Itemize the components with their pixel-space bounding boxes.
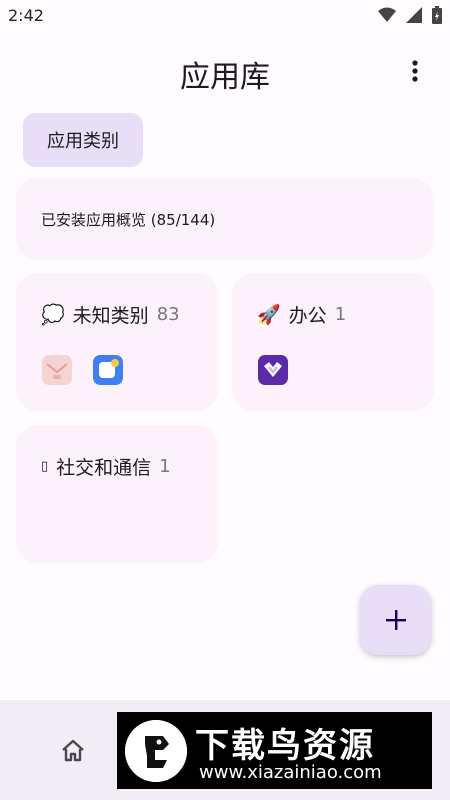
status-bar: 2:42 [0, 0, 450, 32]
blue-app-icon[interactable] [93, 355, 123, 385]
watermark-url: www.xiazainiao.com [199, 762, 382, 783]
add-category-fab[interactable] [360, 585, 431, 655]
category-card-social[interactable]: ▯ 社交和通信 1 [16, 425, 218, 563]
category-name: 未知类别 [72, 305, 149, 327]
plus-icon [385, 610, 406, 630]
app-category-chip-label: 应用类别 [47, 131, 119, 152]
signal-icon [406, 7, 422, 23]
category-card-unknown[interactable]: 💭 未知类别 83 [16, 273, 218, 411]
category-name: 办公 [288, 305, 327, 327]
category-count: 1 [334, 304, 347, 325]
status-time: 2:42 [8, 6, 44, 25]
category-header: ▯ 社交和通信 1 [41, 453, 171, 480]
more-vert-icon[interactable] [402, 58, 428, 84]
purple-heart-app-icon[interactable] [258, 355, 288, 385]
category-header: 💭 未知类别 83 [41, 301, 180, 328]
bird-logo-icon [125, 720, 187, 782]
page-title: 应用库 [180, 60, 270, 95]
installed-apps-overview-card[interactable]: 已安装应用概览 (85/144) [16, 178, 434, 260]
battery-icon [432, 6, 442, 24]
wifi-icon [378, 7, 396, 22]
pink-envelope-app-icon[interactable] [42, 355, 72, 385]
watermark-banner: 下载鸟资源 www.xiazainiao.com [117, 712, 432, 789]
overview-text: 已安装应用概览 (85/144) [41, 211, 216, 229]
rocket-icon: 🚀 [257, 304, 281, 326]
category-card-office[interactable]: 🚀 办公 1 [232, 273, 434, 411]
category-count: 1 [159, 456, 171, 477]
app-category-chip[interactable]: 应用类别 [23, 113, 143, 167]
thought-bubble-icon: 💭 [41, 304, 65, 326]
category-header: 🚀 办公 1 [257, 301, 346, 328]
watermark-title: 下载鸟资源 [195, 726, 375, 766]
missing-glyph-icon: ▯ [41, 459, 49, 474]
status-icons [378, 6, 442, 24]
category-count: 83 [156, 304, 180, 325]
home-icon[interactable] [60, 738, 86, 764]
category-name: 社交和通信 [56, 457, 152, 479]
